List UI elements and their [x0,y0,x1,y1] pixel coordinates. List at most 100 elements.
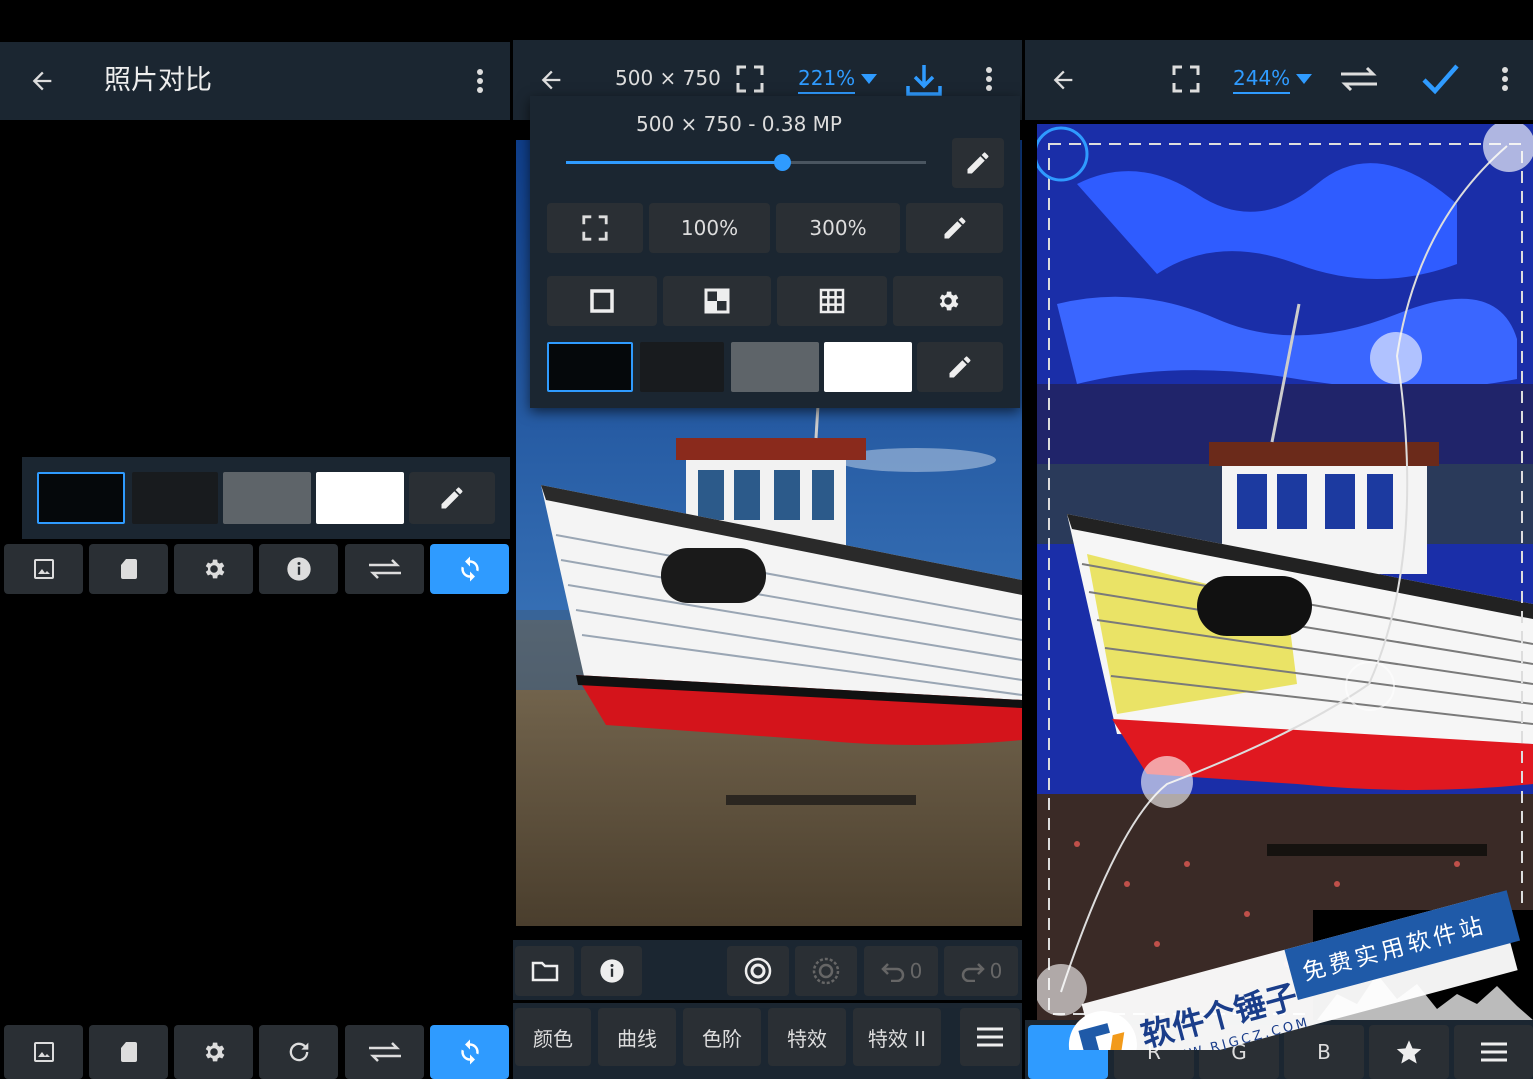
zoom-slider[interactable] [566,154,926,171]
compare-toggle-button[interactable] [795,946,857,996]
redo-count: 0 [989,959,1003,983]
more-menu-button[interactable] [985,66,993,92]
pencil-icon [967,152,989,174]
swatch-white[interactable] [316,472,404,524]
settings-button-bottom[interactable] [174,1025,253,1079]
more-menu-button[interactable] [1501,66,1509,92]
swatch-gray[interactable] [223,472,311,524]
back-button[interactable] [1049,66,1077,94]
swatch-dark-gray[interactable] [132,472,218,524]
zoom-fit-button[interactable] [547,203,643,253]
chevron-down-icon [861,74,878,84]
zoom-level: 244% [1233,66,1291,94]
tab-curves[interactable]: 曲线 [598,1008,676,1066]
info-button[interactable] [581,946,642,996]
bg-solid-button[interactable] [547,276,657,326]
compare-swap-button[interactable] [1337,64,1381,94]
back-button[interactable] [18,42,66,120]
tab-color[interactable]: 颜色 [515,1008,591,1066]
tab-effects[interactable]: 特效 [768,1008,846,1066]
grid-button[interactable] [777,276,887,326]
curve-point-upper [1370,332,1422,384]
settings-button[interactable] [174,544,253,594]
edit-zoom-button[interactable] [952,138,1004,188]
zoom-dropdown[interactable]: 221% [798,66,879,94]
undo-button[interactable]: 0 [864,946,938,996]
zoom-300-button[interactable]: 300% [776,203,900,253]
rotate-icon [289,1042,308,1062]
back-button[interactable] [531,60,571,100]
swap-arrows-icon [368,559,401,579]
status-bar [513,0,1022,42]
editor-panel: 500 × 750 221% 500 × 750 - 0.38 MP 100% … [513,0,1022,1079]
more-vertical-icon [477,69,483,93]
edit-preset-button[interactable] [906,203,1003,253]
fit-screen-button[interactable] [735,64,765,94]
folder-icon [531,961,558,982]
gear-icon [939,291,959,311]
more-vertical-icon [1502,67,1508,91]
open-folder-button[interactable] [515,946,574,996]
tab-levels[interactable]: 色阶 [683,1008,761,1066]
image-info: 500 × 750 - 0.38 MP [636,112,842,136]
view-settings-button[interactable] [893,276,1003,326]
sync-icon [460,1039,479,1065]
sync-button-bottom[interactable] [430,1025,509,1079]
status-bar [1025,0,1533,42]
swatch-black[interactable] [37,472,125,524]
bg-checker-button[interactable] [663,276,771,326]
sd-card-button-bottom[interactable] [89,1025,168,1079]
swatch-black[interactable] [547,342,633,392]
view-options-popup: 500 × 750 - 0.38 MP 100% 300% [530,96,1020,408]
redo-button[interactable]: 0 [944,946,1018,996]
sd-card-button[interactable] [89,544,168,594]
tab-effects-2[interactable]: 特效 II [853,1008,941,1066]
zoom-slider-fill [566,161,782,164]
redo-icon [961,963,985,982]
checkerboard-icon [704,288,730,314]
chevron-down-icon [1296,74,1313,84]
watermark: 软件个锤子 WWW.RJGCZ.COM 免费实用软件站 [1045,880,1533,1050]
target-dashed-icon [812,957,840,985]
open-image-button-bottom[interactable] [4,1025,83,1079]
zoom-100-button[interactable]: 100% [649,203,770,253]
open-image-button[interactable] [4,544,83,594]
arrow-left-icon [1053,70,1073,90]
square-icon [590,289,614,313]
pencil-icon [949,356,971,378]
page-title: 照片对比 [104,65,212,96]
zoom-slider-knob[interactable] [774,154,791,171]
image-dimensions: 500 × 750 [615,66,721,90]
rotate-button[interactable] [259,1025,338,1079]
undo-count: 0 [909,959,923,983]
check-icon [1422,64,1459,95]
preview-toggle-button[interactable] [727,946,789,996]
image-icon [33,1042,54,1062]
menu-button[interactable] [960,1008,1020,1066]
pencil-icon [441,487,463,509]
more-menu-button[interactable] [460,42,500,120]
compare-panel: 照片对比 [0,0,510,1079]
curve-point-lower [1141,756,1193,808]
sync-button[interactable] [430,544,509,594]
save-button[interactable] [905,62,943,98]
fit-screen-button[interactable] [1171,64,1201,94]
target-icon [744,957,772,985]
swap-arrows-icon [1341,66,1377,92]
info-button[interactable] [259,544,338,594]
fit-screen-icon [736,65,764,93]
edit-color-button[interactable] [917,342,1003,392]
swatch-gray[interactable] [731,342,819,392]
info-icon [599,959,624,983]
status-bar [0,0,510,42]
swatch-white[interactable] [824,342,912,392]
swatch-dark-gray[interactable] [640,342,724,392]
gear-icon [205,559,224,579]
apply-button[interactable] [1420,62,1460,96]
edit-color-button[interactable] [409,472,495,524]
swap-button-bottom[interactable] [345,1025,424,1079]
fit-screen-icon [1172,65,1200,93]
zoom-dropdown[interactable]: 244% [1233,66,1314,94]
zoom-level: 221% [798,66,856,94]
swap-button[interactable] [345,544,424,594]
